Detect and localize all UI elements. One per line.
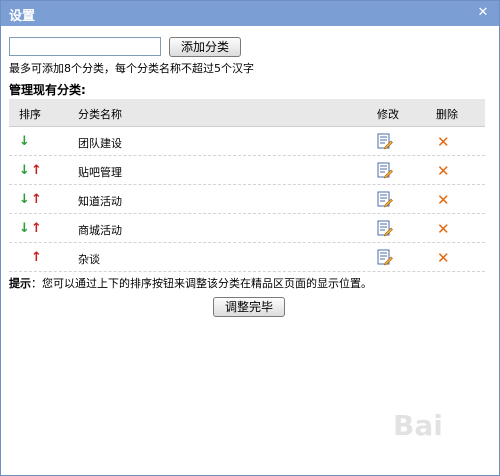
table-row: ↓ ↑ 商城活动 ✕ — [9, 214, 485, 243]
table-row: ↓ ↑ 知道活动 ✕ — [9, 185, 485, 214]
manage-section-title: 管理现有分类: — [9, 83, 86, 97]
header-delete: 删除 — [436, 108, 458, 121]
arrow-down-icon[interactable]: ↓ — [19, 164, 30, 177]
edit-icon[interactable] — [377, 249, 393, 266]
arrow-up-icon[interactable]: ↑ — [31, 222, 42, 235]
add-category-button[interactable]: 添加分类 — [169, 37, 241, 57]
edit-icon[interactable] — [377, 133, 393, 150]
category-name: 知道活动 — [78, 195, 122, 208]
delete-icon[interactable]: ✕ — [437, 251, 450, 266]
watermark-logo: Bai — [393, 409, 443, 442]
arrow-up-icon[interactable]: ↑ — [31, 164, 42, 177]
header-name: 分类名称 — [78, 108, 122, 121]
table-row: ↓ 团队建设 ✕ — [9, 127, 485, 156]
category-name: 商城活动 — [78, 224, 122, 237]
edit-icon[interactable] — [377, 220, 393, 237]
tip-text: 提示：您可以通过上下的排序按钮来调整该分类在精品区页面的显示位置。 — [9, 275, 372, 291]
delete-icon[interactable]: ✕ — [437, 164, 450, 179]
table-header: 排序 分类名称 修改 删除 — [9, 99, 485, 127]
category-name: 杂谈 — [78, 253, 100, 266]
arrow-down-icon[interactable]: ↓ — [19, 135, 30, 148]
header-sort: 排序 — [19, 108, 41, 121]
arrow-up-icon[interactable]: ↑ — [31, 193, 42, 206]
header-edit: 修改 — [377, 108, 399, 121]
tip-label: 提示 — [9, 277, 31, 290]
dialog-titlebar: 设置 ✕ — [1, 1, 499, 26]
arrow-down-icon[interactable]: ↓ — [19, 193, 30, 206]
arrow-up-icon[interactable]: ↑ — [31, 251, 42, 264]
category-name: 贴吧管理 — [78, 166, 122, 179]
delete-icon[interactable]: ✕ — [437, 135, 450, 150]
tip-body: ：您可以通过上下的排序按钮来调整该分类在精品区页面的显示位置。 — [31, 277, 372, 290]
category-name-input[interactable] — [9, 37, 161, 56]
category-name: 团队建设 — [78, 137, 122, 150]
done-button[interactable]: 调整完毕 — [213, 297, 285, 317]
arrow-down-icon[interactable]: ↓ — [19, 222, 30, 235]
table-row: ↓ ↑ 贴吧管理 ✕ — [9, 156, 485, 185]
delete-icon[interactable]: ✕ — [437, 222, 450, 237]
edit-icon[interactable] — [377, 162, 393, 179]
settings-dialog: 设置 ✕ 添加分类 最多可添加8个分类，每个分类名称不超过5个汉字 管理现有分类… — [0, 0, 500, 476]
add-hint: 最多可添加8个分类，每个分类名称不超过5个汉字 — [9, 62, 254, 75]
edit-icon[interactable] — [377, 191, 393, 208]
delete-icon[interactable]: ✕ — [437, 193, 450, 208]
close-icon[interactable]: ✕ — [476, 6, 490, 20]
category-table: 排序 分类名称 修改 删除 ↓ 团队建设 ✕ ↓ ↑ 贴吧管理 ✕ ↓ ↑ 知道活动 ✕ ↓ ↑ 商城活动… — [9, 99, 485, 272]
table-row: ↑ 杂谈 ✕ — [9, 243, 485, 272]
dialog-title: 设置 — [9, 9, 36, 24]
